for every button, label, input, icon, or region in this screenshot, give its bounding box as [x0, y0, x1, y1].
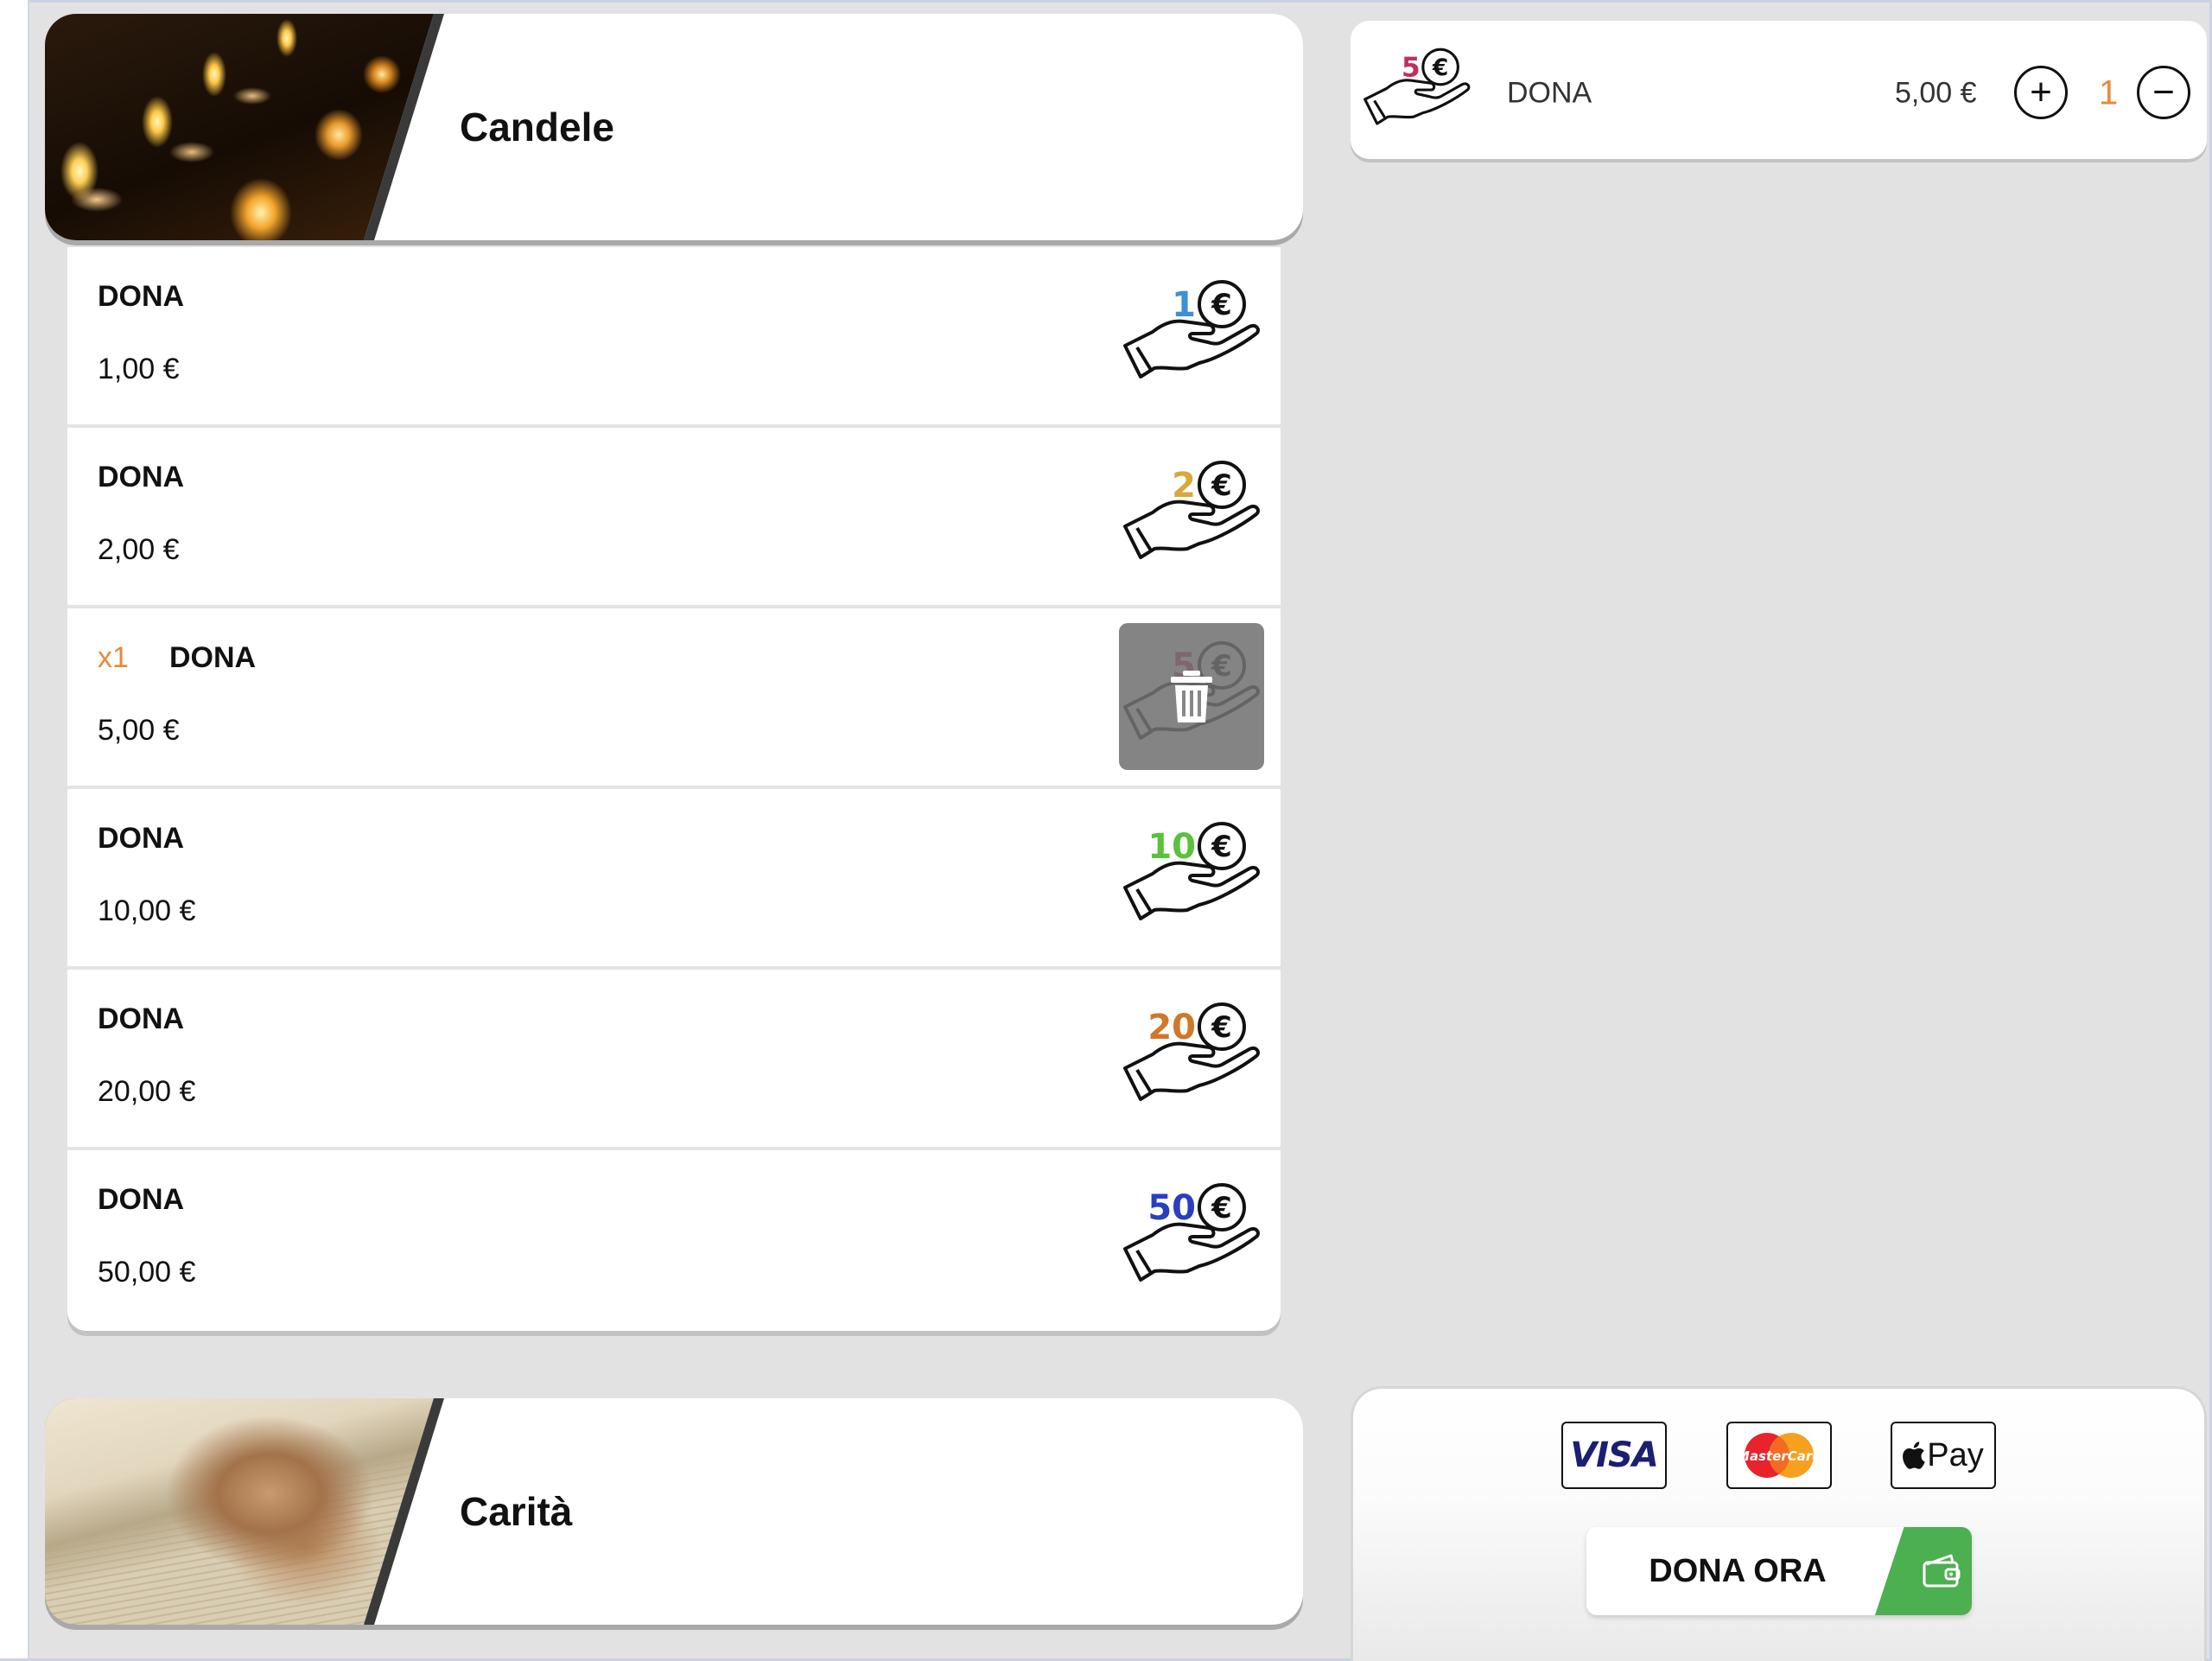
mastercard-circles: MasterCard: [1738, 1433, 1821, 1478]
hand-coin-icon: €5: [1363, 48, 1471, 125]
icon-stroke: [1363, 79, 1471, 125]
donation-item[interactable]: DONA 20,00 € €20: [67, 970, 1281, 1150]
donation-label: DONA: [98, 822, 185, 855]
visa-logo: VISA: [1561, 1422, 1667, 1489]
donation-price: 2,00 €: [98, 533, 180, 566]
hand-coin-icon: €10: [1123, 822, 1260, 920]
icon-stroke: [1135, 1249, 1153, 1275]
increase-quantity-button[interactable]: +: [2014, 66, 2068, 119]
amount-badge: 5: [1402, 52, 1421, 83]
left-margin-panel: [0, 0, 29, 1661]
donate-now-button[interactable]: DONA ORA: [1586, 1527, 1972, 1615]
hand-coin-icon: €50: [1123, 1183, 1260, 1282]
amount-badge: 20: [1147, 1008, 1196, 1047]
amount-badge: 2: [1172, 466, 1196, 506]
donation-label: DONA: [169, 641, 257, 674]
donation-label: DONA: [98, 1183, 185, 1216]
donation-item-selected[interactable]: x1 DONA 5,00 € €5: [67, 608, 1281, 789]
donation-item[interactable]: DONA 2,00 € €2: [67, 428, 1281, 608]
delete-button[interactable]: [1119, 623, 1264, 770]
donation-price: 10,00 €: [98, 894, 196, 927]
visa-text: VISA: [1570, 1435, 1659, 1475]
donation-price: 50,00 €: [98, 1256, 196, 1289]
hand-coin-icon: €1: [1123, 280, 1260, 379]
euro-symbol: €: [1211, 1191, 1232, 1225]
amount-badge: 50: [1147, 1188, 1196, 1228]
icon-stroke: [1123, 1041, 1260, 1101]
icon-stroke: [1135, 346, 1153, 372]
donation-list: DONA 1,00 € €1 DONA 2,00 € €2 x1 DONA 5,…: [67, 247, 1281, 1331]
euro-symbol: €: [1211, 288, 1232, 322]
icon-stroke: [1135, 888, 1153, 913]
category-title: Candele: [460, 105, 614, 150]
category-card-candele[interactable]: Candele: [45, 14, 1303, 240]
donation-label: DONA: [98, 280, 185, 313]
window-border-top: [0, 0, 2212, 3]
donation-price: 5,00 €: [98, 714, 180, 747]
icon-stroke: [1135, 526, 1153, 552]
donation-price: 1,00 €: [98, 353, 180, 385]
icon-stroke: [1123, 861, 1260, 920]
amount-badge: 10: [1147, 827, 1196, 867]
payment-panel: VISA MasterCard Pay DONA ORA: [1351, 1386, 2207, 1661]
icon-stroke: [1123, 319, 1260, 379]
apple-pay-text: Pay: [1927, 1436, 1984, 1473]
decrease-quantity-button[interactable]: −: [2137, 66, 2190, 119]
donation-label: DONA: [98, 461, 185, 493]
cart-item-name: DONA: [1507, 76, 1592, 110]
donation-item[interactable]: DONA 50,00 € €50: [67, 1150, 1281, 1331]
plus-icon: +: [2030, 71, 2052, 113]
donation-price: 20,00 €: [98, 1075, 196, 1108]
hand-coin-icon: €20: [1123, 1002, 1260, 1101]
apple-icon: [1903, 1441, 1925, 1469]
minus-icon: −: [2152, 71, 2175, 113]
cart-quantity: 1: [2099, 73, 2119, 112]
category-card-carita[interactable]: Carità: [45, 1398, 1303, 1625]
mastercard-text: MasterCard: [1738, 1448, 1821, 1464]
apple-pay-logo: Pay: [1891, 1422, 1996, 1489]
donate-now-label: DONA ORA: [1649, 1552, 1827, 1589]
donation-item[interactable]: DONA 10,00 € €10: [67, 789, 1281, 970]
euro-symbol: €: [1211, 830, 1232, 864]
euro-symbol: €: [1211, 1010, 1232, 1045]
icon-stroke: [1373, 99, 1387, 119]
mastercard-logo: MasterCard: [1726, 1422, 1832, 1489]
icon-stroke: [1123, 1222, 1260, 1282]
trash-icon: [1171, 671, 1212, 722]
icon-stroke: [1135, 1068, 1153, 1094]
wallet-icon: [1923, 1554, 1961, 1588]
wallet-icon-area: [1875, 1527, 1972, 1615]
donation-label: DONA: [98, 1002, 185, 1035]
euro-symbol: €: [1211, 468, 1232, 503]
amount-badge: 1: [1172, 285, 1196, 325]
cart-item: €5 DONA 5,00 € + 1 −: [1351, 21, 2207, 159]
icon-stroke: [1123, 500, 1260, 559]
quantity-badge: x1: [98, 641, 129, 674]
category-title: Carità: [460, 1489, 573, 1534]
euro-symbol: €: [1432, 54, 1448, 81]
cart-item-price: 5,00 €: [1895, 76, 1977, 110]
hand-coin-icon: €2: [1123, 461, 1260, 559]
donation-item[interactable]: DONA 1,00 € €1: [67, 247, 1281, 428]
